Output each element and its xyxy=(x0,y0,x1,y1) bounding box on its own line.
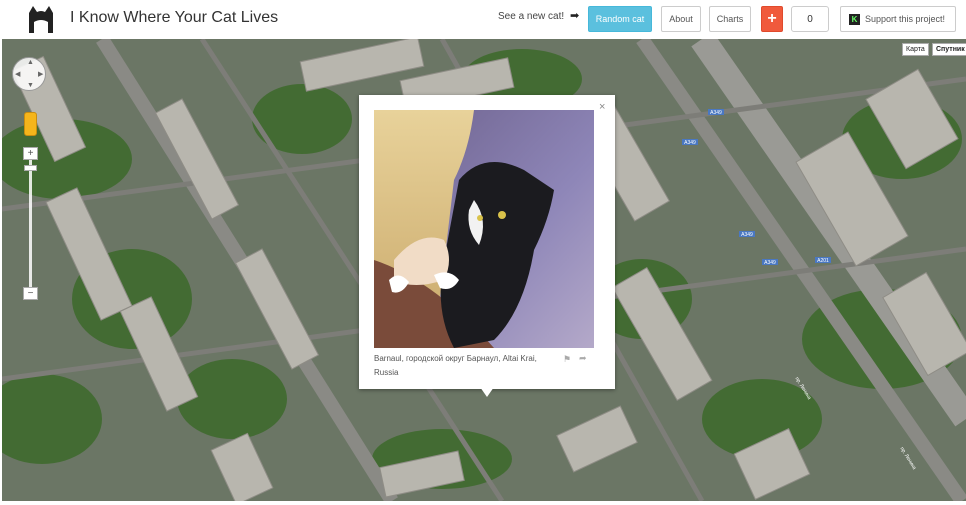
cat-location-text: Barnaul, городской округ Барнаул, Altai … xyxy=(374,354,537,377)
zoom-out-button[interactable]: − xyxy=(23,287,38,300)
close-icon[interactable]: × xyxy=(599,101,605,113)
map-type-satellite-button[interactable]: Спутник xyxy=(932,43,966,56)
flag-icon[interactable]: ⚑ xyxy=(563,354,571,365)
zoom-slider-handle[interactable] xyxy=(24,165,37,171)
map-type-map-button[interactable]: Карта xyxy=(902,43,929,56)
zoom-in-button[interactable]: + xyxy=(23,147,38,160)
road-label: A201 xyxy=(817,258,829,264)
cat-logo-icon[interactable] xyxy=(26,4,56,34)
google-plus-button[interactable]: + xyxy=(761,6,783,32)
share-icon[interactable]: ➦ xyxy=(579,353,587,364)
info-window-pointer xyxy=(480,387,494,397)
pan-control[interactable]: ▲ ▼ ◀ ▶ xyxy=(12,57,46,91)
pan-down-icon[interactable]: ▼ xyxy=(27,82,34,89)
about-button[interactable]: About xyxy=(661,6,701,32)
see-new-cat-text: See a new cat! xyxy=(498,11,565,22)
arrow-right-icon: ➡ xyxy=(570,10,580,22)
road-label: A349 xyxy=(764,260,776,266)
cat-photo[interactable] xyxy=(374,110,594,348)
top-bar: I Know Where Your Cat Lives See a new ca… xyxy=(0,0,966,38)
share-count: 0 xyxy=(791,6,829,32)
pan-right-icon[interactable]: ▶ xyxy=(38,70,43,78)
charts-button[interactable]: Charts xyxy=(709,6,751,32)
pan-left-icon[interactable]: ◀ xyxy=(15,70,20,78)
site-title[interactable]: I Know Where Your Cat Lives xyxy=(70,9,278,27)
support-label: Support this project! xyxy=(865,14,946,24)
satellite-map[interactable]: A349 A349 A349 A349 A201 пр. Ленина пр. Ленина… xyxy=(2,39,966,501)
road-label: A349 xyxy=(684,140,696,146)
zoom-slider-track[interactable] xyxy=(29,152,32,298)
street-view-pegman-icon[interactable] xyxy=(24,112,37,136)
random-cat-button[interactable]: Random cat xyxy=(588,6,652,32)
support-project-button[interactable]: K Support this project! xyxy=(840,6,956,32)
cat-info-window: × Barnaul, городской округ Барнаул, Alta… xyxy=(359,95,615,397)
pan-up-icon[interactable]: ▲ xyxy=(27,59,34,66)
road-label: A349 xyxy=(710,110,722,116)
road-label: A349 xyxy=(741,232,753,238)
kickstarter-icon: K xyxy=(849,13,860,25)
